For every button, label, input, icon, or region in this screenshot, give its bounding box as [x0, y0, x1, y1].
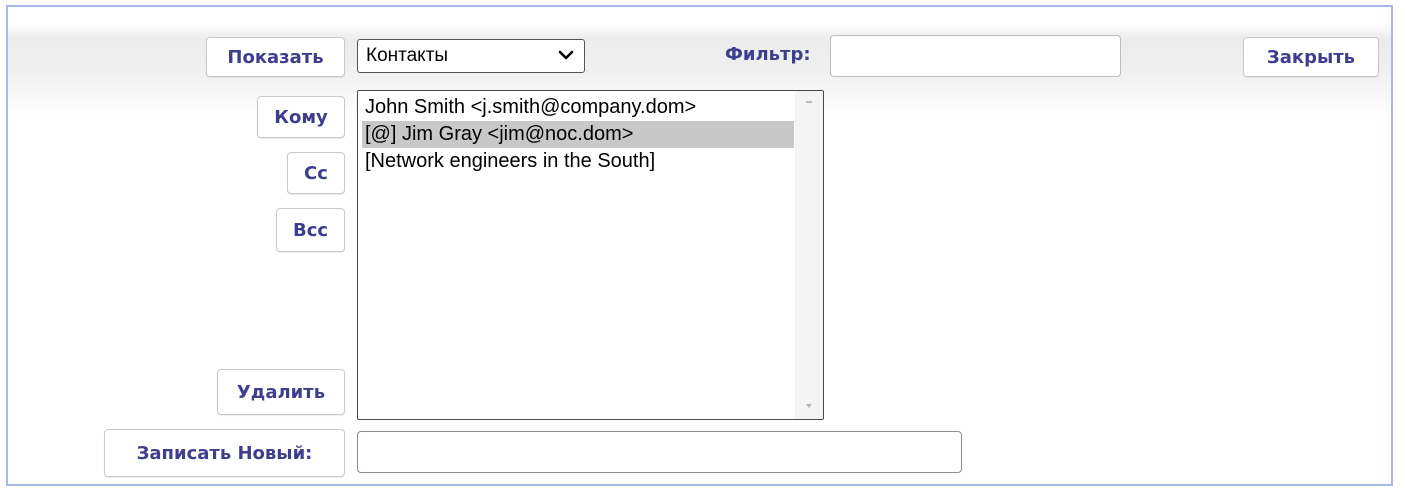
- new-entry-input[interactable]: [357, 431, 962, 473]
- scroll-up-icon[interactable]: [804, 97, 814, 107]
- contact-listbox[interactable]: John Smith <j.smith@company.dom> [@] Jim …: [357, 90, 824, 420]
- scroll-down-icon[interactable]: [804, 401, 814, 411]
- contact-list: John Smith <j.smith@company.dom> [@] Jim …: [362, 94, 794, 175]
- to-button[interactable]: Кому: [257, 96, 345, 138]
- contact-list-item[interactable]: John Smith <j.smith@company.dom>: [362, 94, 794, 121]
- show-button[interactable]: Показать: [206, 37, 345, 77]
- contact-list-item[interactable]: [Network engineers in the South]: [362, 148, 794, 175]
- cc-button[interactable]: Cc: [287, 152, 345, 194]
- source-select[interactable]: Контакты: [357, 39, 585, 73]
- vertical-scrollbar[interactable]: [795, 91, 823, 419]
- chevron-down-icon: [558, 50, 574, 60]
- close-button[interactable]: Закрыть: [1243, 37, 1379, 77]
- contact-list-item[interactable]: [@] Jim Gray <jim@noc.dom>: [362, 121, 794, 148]
- save-new-button[interactable]: Записать Новый:: [104, 429, 345, 477]
- filter-label: Фильтр:: [725, 44, 811, 65]
- filter-input[interactable]: [830, 35, 1121, 77]
- delete-button[interactable]: Удалить: [217, 369, 345, 415]
- bcc-button[interactable]: Bcc: [276, 208, 345, 252]
- source-select-value: Контакты: [366, 45, 449, 66]
